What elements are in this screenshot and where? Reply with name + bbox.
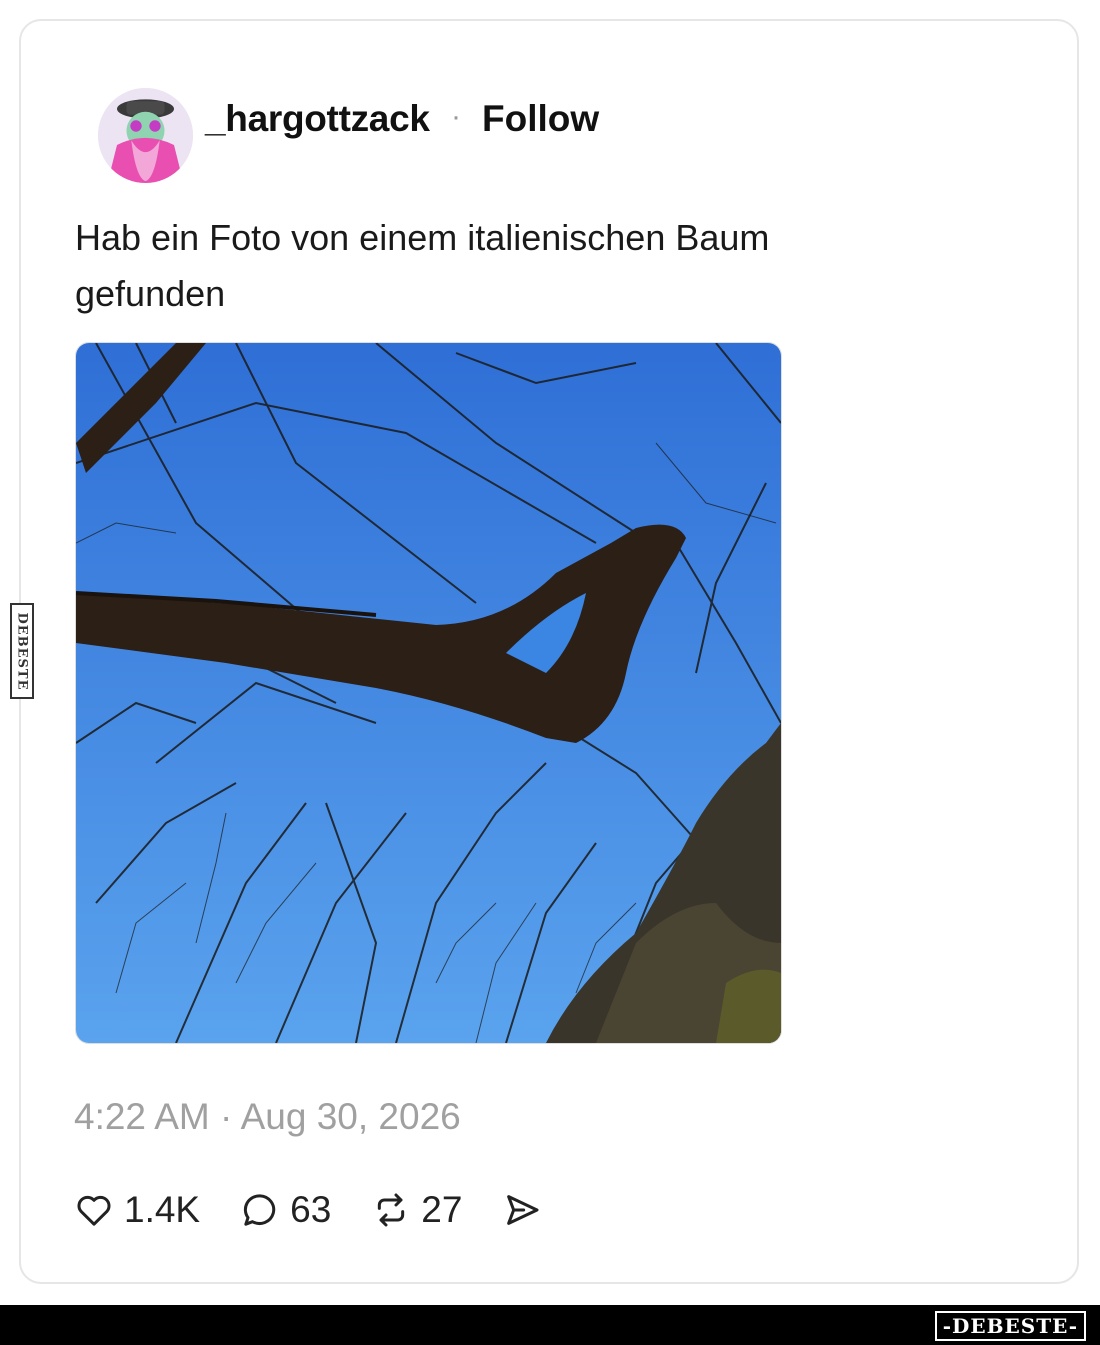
repost-button[interactable]: 27 (371, 1189, 462, 1231)
repost-icon (378, 1193, 405, 1227)
comment-count: 63 (290, 1189, 332, 1230)
post-image[interactable] (75, 342, 782, 1044)
avatar[interactable] (98, 88, 193, 183)
like-count: 1.4K (124, 1189, 201, 1230)
separator-dot: · (451, 100, 461, 133)
comment-button[interactable]: 63 (240, 1189, 331, 1231)
side-watermark: DEBESTE (10, 603, 34, 699)
follow-button[interactable]: Follow (482, 98, 599, 140)
like-button[interactable]: 1.4K (74, 1189, 200, 1231)
comment-bubble-icon (244, 1194, 276, 1226)
send-icon (507, 1195, 539, 1225)
post-text: Hab ein Foto von einem italienischen Bau… (75, 217, 770, 314)
share-button[interactable] (502, 1190, 542, 1230)
action-bar: 1.4K 63 27 (74, 1185, 582, 1235)
heart-icon (77, 1195, 111, 1226)
repost-count: 27 (421, 1189, 463, 1230)
tree-photo (76, 343, 781, 1043)
debeste-logo: -DEBESTE- (934, 1311, 1086, 1341)
post-timestamp: 4:22 AM · Aug 30, 2026 (74, 1096, 461, 1137)
footer-bar: -DEBESTE- (0, 1305, 1100, 1345)
side-watermark-text: DEBESTE (14, 611, 30, 691)
avatar-image (98, 88, 193, 183)
username[interactable]: _hargottzack (205, 98, 430, 140)
